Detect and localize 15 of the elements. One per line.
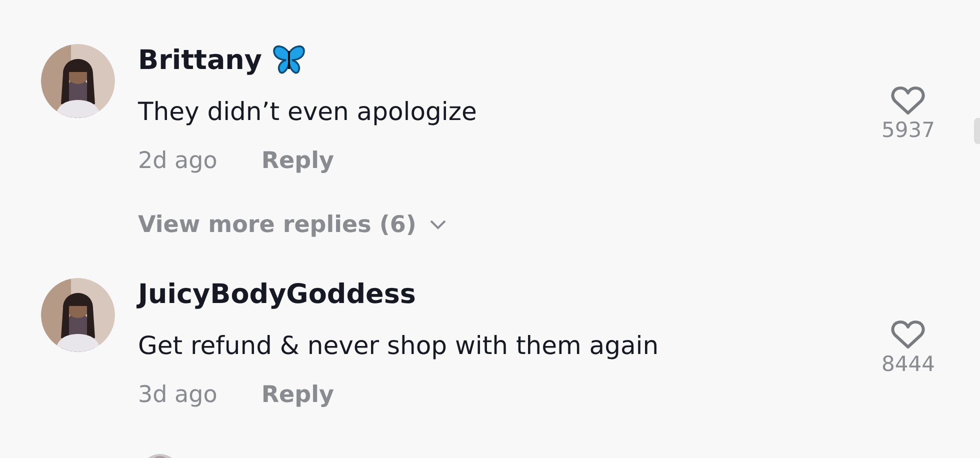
username[interactable]: JuicyBodyGoddess <box>138 278 416 310</box>
reply-button[interactable]: Reply <box>261 382 334 408</box>
heart-icon[interactable] <box>891 86 926 116</box>
like-count: 8444 <box>882 352 935 376</box>
timestamp: 3d ago <box>138 382 218 408</box>
like-count: 5937 <box>882 118 935 142</box>
comment-text: Get refund & never shop with them again <box>138 331 660 360</box>
username[interactable]: Brittany <box>138 44 262 76</box>
scrollbar <box>974 118 980 144</box>
timestamp: 2d ago <box>138 148 218 174</box>
reply-button[interactable]: Reply <box>261 148 334 174</box>
view-more-replies-link[interactable]: View more replies (6) <box>138 212 446 238</box>
chevron-down-icon <box>430 220 446 230</box>
comment-text: They didn’t even apologize <box>138 97 478 126</box>
heart-icon[interactable] <box>891 320 926 350</box>
